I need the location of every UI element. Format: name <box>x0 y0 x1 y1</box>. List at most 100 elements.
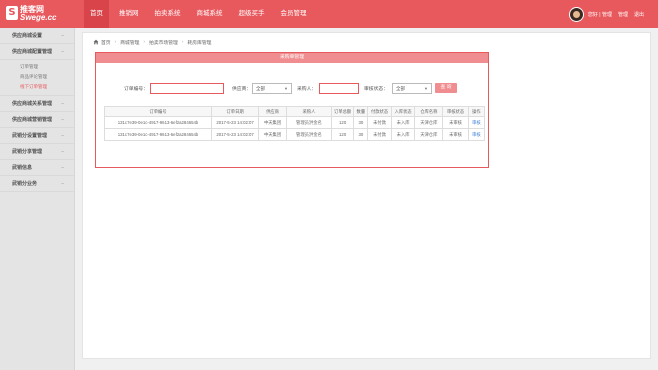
sidebar-group[interactable]: 武销分业务 – <box>0 176 74 192</box>
column-header: 审核状态 <box>442 106 469 117</box>
breadcrumb-separator: › <box>114 39 117 45</box>
buyer-input[interactable] <box>319 83 359 94</box>
home-icon <box>93 39 99 45</box>
breadcrumb-item-auction[interactable]: 拍卖市场管理 <box>149 39 178 46</box>
column-header: 采购人 <box>285 106 332 117</box>
nav-item[interactable]: 首页 <box>84 0 109 28</box>
table-row: 131c7e39-0e1c-4917-9613-6ef2a284654b 2017… <box>103 116 486 129</box>
sidebar-group-label: 武销信息 <box>12 165 33 171</box>
logo-badge: S <box>6 6 18 20</box>
nav-item[interactable]: 推销网 <box>113 0 145 28</box>
purchase-order-panel: 采购单管理 订单编号： 供应商： 全部 ▼ 采购人： 审核状态： 全部 ▼ 查 … <box>95 52 489 168</box>
collapse-icon: – <box>61 181 64 187</box>
column-header: 订单编号 <box>103 106 213 117</box>
table-body: 131c7e39-0e1c-4917-9613-6ef2a284654b 2017… <box>103 116 486 141</box>
sidebar-group[interactable]: 武销分设置管理 – <box>0 128 74 144</box>
sidebar-group[interactable]: 供应商城设置 – <box>0 28 74 44</box>
user-greeting-link[interactable]: 您好 | 管理 <box>588 11 612 18</box>
order-number-label: 订单编号： <box>124 87 148 92</box>
sidebar-group[interactable]: 供应商城配置管理 – <box>0 44 74 60</box>
table-cell: 120 <box>330 116 355 129</box>
column-header: 订单总额 <box>330 106 355 117</box>
sidebar-sublist: 订单管理 商品评论管理 线下订单管理 <box>0 60 74 96</box>
audit-action-link[interactable]: 审核 <box>467 128 486 141</box>
column-header: 付款状态 <box>367 106 392 117</box>
sidebar-group[interactable]: 武销信息 – <box>0 160 74 176</box>
manage-link[interactable]: 管理 <box>618 11 628 18</box>
breadcrumb-item-mall[interactable]: 商城管理 <box>120 39 139 46</box>
column-header: 数量 <box>353 106 369 117</box>
table-cell: 天津仓库 <box>414 128 444 141</box>
table-cell: 中天集团 <box>258 128 287 141</box>
table-cell: 120 <box>330 128 355 141</box>
column-header: 订单日期 <box>211 106 260 117</box>
collapse-icon: – <box>61 49 64 55</box>
sidebar: 供应商城设置 – 供应商城配置管理 – 订单管理 商品评论管理 线下订单管理 供应商城关系管理… <box>0 28 75 370</box>
table-cell: 2017-5-23 14:02:07 <box>211 116 260 129</box>
logo[interactable]: S 推客网 Swege.cc <box>6 4 76 24</box>
sidebar-group-label: 武销分业务 <box>12 181 38 187</box>
collapse-icon: – <box>61 133 64 139</box>
nav-item[interactable]: 商城系统 <box>191 0 229 28</box>
table-row: 131c7e39-0e1c-4917-9613-6ef2a284654b 2017… <box>103 128 486 141</box>
table-cell: 2017-5-23 14:02:07 <box>211 128 260 141</box>
table-cell: 30 <box>353 116 369 129</box>
table-cell: 管理员洪金名 <box>285 116 332 129</box>
breadcrumb-separator: › <box>143 39 146 45</box>
nav-item[interactable]: 拍卖系统 <box>149 0 187 28</box>
collapse-icon: – <box>61 149 64 155</box>
sidebar-item[interactable]: 线下订单管理 <box>0 82 74 92</box>
breadcrumb-home[interactable]: 首页 <box>101 39 111 46</box>
collapse-icon: – <box>61 101 64 107</box>
table-cell: 未审核 <box>442 116 469 129</box>
sidebar-group[interactable]: 武销分享管理 – <box>0 144 74 160</box>
audit-action-link[interactable]: 审核 <box>467 116 486 129</box>
table-header-row: 订单编号 订单日期 供应商 采购人 订单总额 数量 付款状态 入库状态 仓库名称 审核状态 操作 <box>103 106 486 117</box>
audit-status-select[interactable]: 全部 ▼ <box>392 83 432 94</box>
sidebar-group-label: 武销分享管理 <box>12 149 43 155</box>
table-cell: 天津仓库 <box>414 116 444 129</box>
supplier-label: 供应商： <box>232 87 252 92</box>
sidebar-item[interactable]: 商品评论管理 <box>0 72 74 82</box>
table-cell: 中天集团 <box>258 116 287 129</box>
column-header: 入库状态 <box>390 106 416 117</box>
supplier-select-value: 全部 <box>256 86 265 91</box>
buyer-label: 采购人： <box>297 87 317 92</box>
top-bar: S 推客网 Swege.cc 首页 推销网 拍卖系统 商城系统 超级买手 会员管理 您好 … <box>0 0 658 28</box>
table-cell: 管理员洪金名 <box>285 128 332 141</box>
main-content: 首页 › 商城管理 › 拍卖市场管理 › 耗房库管理 采购单管理 订单编号： 供… <box>82 32 651 359</box>
column-header: 操作 <box>467 106 486 117</box>
supplier-select[interactable]: 全部 ▼ <box>252 83 292 94</box>
sidebar-group-label: 武销分设置管理 <box>12 133 48 139</box>
user-box: 您好 | 管理 管理 退出 <box>568 6 650 22</box>
search-button[interactable]: 查 询 <box>435 83 457 93</box>
order-number-input[interactable] <box>150 83 224 94</box>
logout-link[interactable]: 退出 <box>634 11 644 18</box>
audit-status-label: 审核状态： <box>364 87 388 92</box>
sidebar-group-label: 供应商城设置 <box>12 33 43 39</box>
avatar[interactable] <box>568 6 584 22</box>
sidebar-group[interactable]: 供应商城营销管理 – <box>0 112 74 128</box>
table-cell: 未付款 <box>367 128 392 141</box>
column-header: 供应商 <box>258 106 287 117</box>
table-cell: 131c7e39-0e1c-4917-9613-6ef2a284654b <box>103 128 213 141</box>
audit-status-select-value: 全部 <box>396 86 405 91</box>
breadcrumb-item-current: 耗房库管理 <box>187 40 212 46</box>
breadcrumb-separator: › <box>181 39 184 45</box>
table-cell: 30 <box>353 128 369 141</box>
collapse-icon: – <box>61 165 64 171</box>
table-cell: 未入库 <box>390 116 416 129</box>
table-cell: 131c7e39-0e1c-4917-9613-6ef2a284654b <box>103 116 213 129</box>
table-cell: 未入库 <box>390 128 416 141</box>
chevron-down-icon: ▼ <box>424 86 428 91</box>
sidebar-group-label: 供应商城关系管理 <box>12 101 53 107</box>
sidebar-group-label: 供应商城配置管理 <box>12 49 53 55</box>
sidebar-item[interactable]: 订单管理 <box>0 62 74 72</box>
sidebar-group[interactable]: 供应商城关系管理 – <box>0 96 74 112</box>
table-cell: 未审核 <box>442 128 469 141</box>
panel-title: 采购单管理 <box>96 53 488 63</box>
logo-bottom-text: Swege.cc <box>20 13 57 22</box>
column-header: 仓库名称 <box>414 106 444 117</box>
nav-item[interactable]: 会员管理 <box>275 0 313 28</box>
nav-item[interactable]: 超级买手 <box>233 0 271 28</box>
